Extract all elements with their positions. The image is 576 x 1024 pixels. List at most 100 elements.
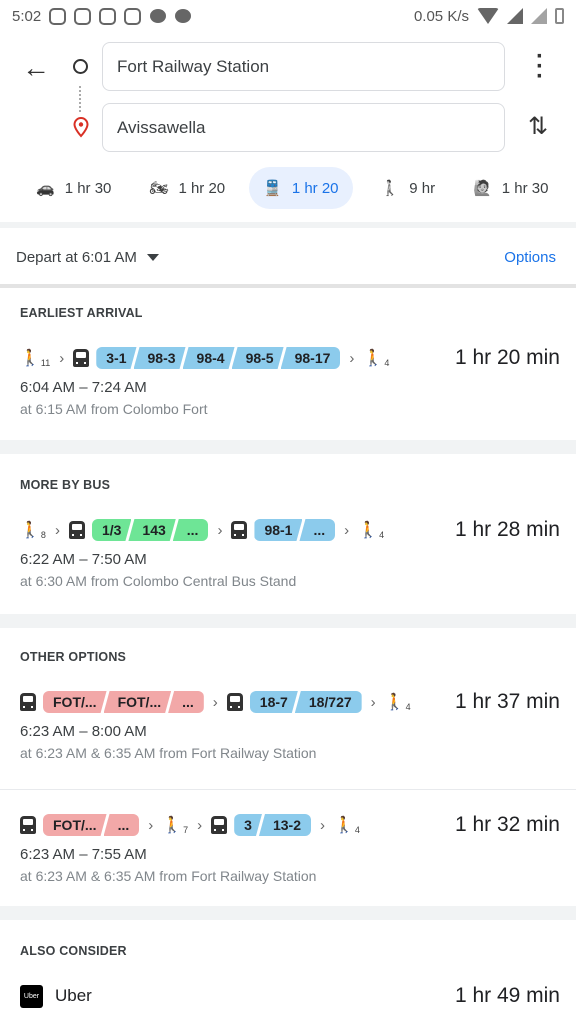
walk-icon: 🚶 (380, 180, 400, 197)
bus-icon (68, 521, 85, 539)
train-lines: FOT/... FOT/...... (43, 691, 204, 713)
message-icon (175, 9, 192, 23)
walk-minutes: 4 (354, 825, 360, 835)
bus-icon (211, 816, 228, 834)
net-speed: 0.05 K/s (413, 7, 469, 25)
bus-lines: 3 13-2 (234, 814, 311, 836)
route-times: 6:23 AM – 7:55 AM (20, 846, 147, 863)
walk-step: 🚶 8 (20, 520, 46, 540)
line-chip: 18/727 (294, 691, 362, 713)
mode-tab-car[interactable]: 🚗 1 hr 30 (22, 167, 125, 209)
swap-icon[interactable]: ⇅ (528, 112, 548, 141)
route-option[interactable]: 🚶 8 › 1/3 143... › 98-1... › 🚶 4 1 hr 28 min 6:22 A… (20, 515, 560, 589)
instagram-icon (49, 7, 67, 25)
walk-step: 🚶 4 (385, 692, 411, 712)
line-chip: 98-17 (280, 347, 341, 369)
route-departure-info: at 6:30 AM from Colombo Central Bus Stan… (20, 573, 297, 589)
chevron-right-icon: › (59, 349, 65, 367)
line-chip: FOT/... (104, 691, 172, 713)
train-lines: FOT/...... (43, 814, 140, 836)
chevron-right-icon: › (344, 521, 350, 539)
bus-lines: 98-1... (254, 519, 336, 541)
walk-icon: 🚶 (20, 522, 40, 539)
line-chip: ... (299, 519, 336, 541)
walk-icon: 🚶 (363, 350, 384, 367)
options-button[interactable]: Options (504, 249, 560, 266)
walk-minutes: 8 (40, 530, 46, 540)
route-duration: 1 hr 20 min (454, 346, 560, 369)
bus-icon (226, 693, 243, 711)
walk-minutes: 7 (183, 825, 189, 835)
line-chip: 18-7 (250, 691, 298, 713)
section-title: MORE BY BUS (20, 478, 111, 492)
route-departure-info: at 6:23 AM & 6:35 AM from Fort Railway S… (20, 868, 317, 884)
line-chip: 3 (234, 814, 262, 836)
line-chip: 98-5 (232, 347, 284, 369)
origin-input[interactable]: Fort Railway Station (102, 42, 505, 91)
route-departure-info: at 6:15 AM from Colombo Fort (20, 401, 208, 417)
destination-pin-icon (73, 116, 89, 138)
route-option[interactable]: FOT/...... › 🚶 7 › 3 13-2 › 🚶 4 1 hr 32 min 6:23 AM… (20, 810, 560, 884)
mode-tab-transit[interactable]: 🚆 1 hr 20 (249, 167, 353, 209)
chevron-right-icon: › (197, 816, 203, 834)
back-arrow-icon[interactable]: ← (22, 52, 50, 84)
more-options-icon[interactable]: · · · (532, 45, 548, 89)
section-title: ALSO CONSIDER (20, 944, 127, 958)
bus-icon (231, 521, 248, 539)
route-dots (79, 86, 81, 112)
line-chip: FOT/... (43, 814, 107, 836)
line-chip: 98-4 (183, 347, 235, 369)
signal-icon (507, 8, 523, 24)
mode-duration: 1 hr 20 (291, 179, 339, 197)
route-times: 6:04 AM – 7:24 AM (20, 379, 147, 396)
dropdown-arrow-icon[interactable] (146, 253, 159, 261)
uber-logo: Uber (20, 984, 43, 1008)
mode-duration: 9 hr (409, 179, 436, 197)
chevron-right-icon: › (148, 816, 154, 834)
bus-lines: 1/3 143... (92, 519, 209, 541)
section-title: EARLIEST ARRIVAL (20, 306, 143, 320)
line-chip: 1/3 (92, 519, 131, 541)
route-duration: 1 hr 37 min (454, 690, 560, 713)
uber-option[interactable]: Uber Uber 1 hr 49 min (20, 984, 560, 1008)
line-chip: 3-1 (96, 347, 136, 369)
line-chip: ... (168, 691, 204, 713)
depart-time-dropdown[interactable]: Depart at 6:01 AM (16, 249, 137, 266)
section-divider (0, 614, 576, 628)
route-option[interactable]: FOT/... FOT/...... › 18-7 18/727 › 🚶 4 1 hr 37 m… (20, 687, 560, 761)
mode-tab-walk[interactable]: 🚶 9 hr (367, 167, 450, 209)
route-times: 6:23 AM – 8:00 AM (20, 723, 147, 740)
divider (0, 284, 576, 288)
destination-input[interactable]: Avissawella (102, 103, 505, 152)
line-chip: 143 (128, 519, 175, 541)
walk-minutes: 11 (40, 358, 51, 368)
directions-header: ← Fort Railway Station Avissawella · · · ⇅… (0, 32, 576, 222)
route-option[interactable]: 🚶 11 › 3-1 98-3 98-4 98-5 98-17 › 🚶 4 1 hr 20 min 6:… (20, 343, 560, 417)
chevron-right-icon: › (320, 816, 325, 834)
line-chip: 98-3 (134, 347, 186, 369)
walk-minutes: 4 (384, 358, 390, 368)
mode-tab-motorcycle[interactable]: 🏍 1 hr 20 (135, 167, 239, 209)
mode-duration: 1 hr 30 (501, 179, 549, 197)
section-title: OTHER OPTIONS (20, 650, 127, 664)
route-steps: 🚶 11 › 3-1 98-3 98-4 98-5 98-17 › 🚶 4 1 hr 20 min (20, 343, 560, 373)
chevron-right-icon: › (54, 521, 60, 539)
chevron-right-icon: › (217, 521, 223, 539)
line-chip: FOT/... (43, 691, 107, 713)
mode-tab-ride-hail[interactable]: 🙋 1 hr 30 (459, 167, 562, 209)
walk-step: 🚶 7 (162, 815, 188, 835)
walk-minutes: 4 (405, 702, 411, 712)
gmail-icon (124, 7, 142, 25)
route-duration: 1 hr 28 min (454, 518, 560, 541)
chevron-right-icon: › (212, 693, 218, 711)
car-icon: 🚗 (36, 180, 55, 197)
walk-step: 🚶 4 (363, 348, 389, 368)
uber-label: Uber (55, 986, 92, 1005)
mode-duration: 1 hr 20 (178, 179, 226, 197)
line-chip: 13-2 (258, 814, 311, 836)
divider (0, 222, 576, 228)
route-steps: FOT/... FOT/...... › 18-7 18/727 › 🚶 4 1 hr 37 m… (20, 687, 560, 717)
chevron-right-icon: › (370, 693, 376, 711)
route-times: 6:22 AM – 7:50 AM (20, 551, 147, 568)
train-icon (20, 693, 36, 711)
